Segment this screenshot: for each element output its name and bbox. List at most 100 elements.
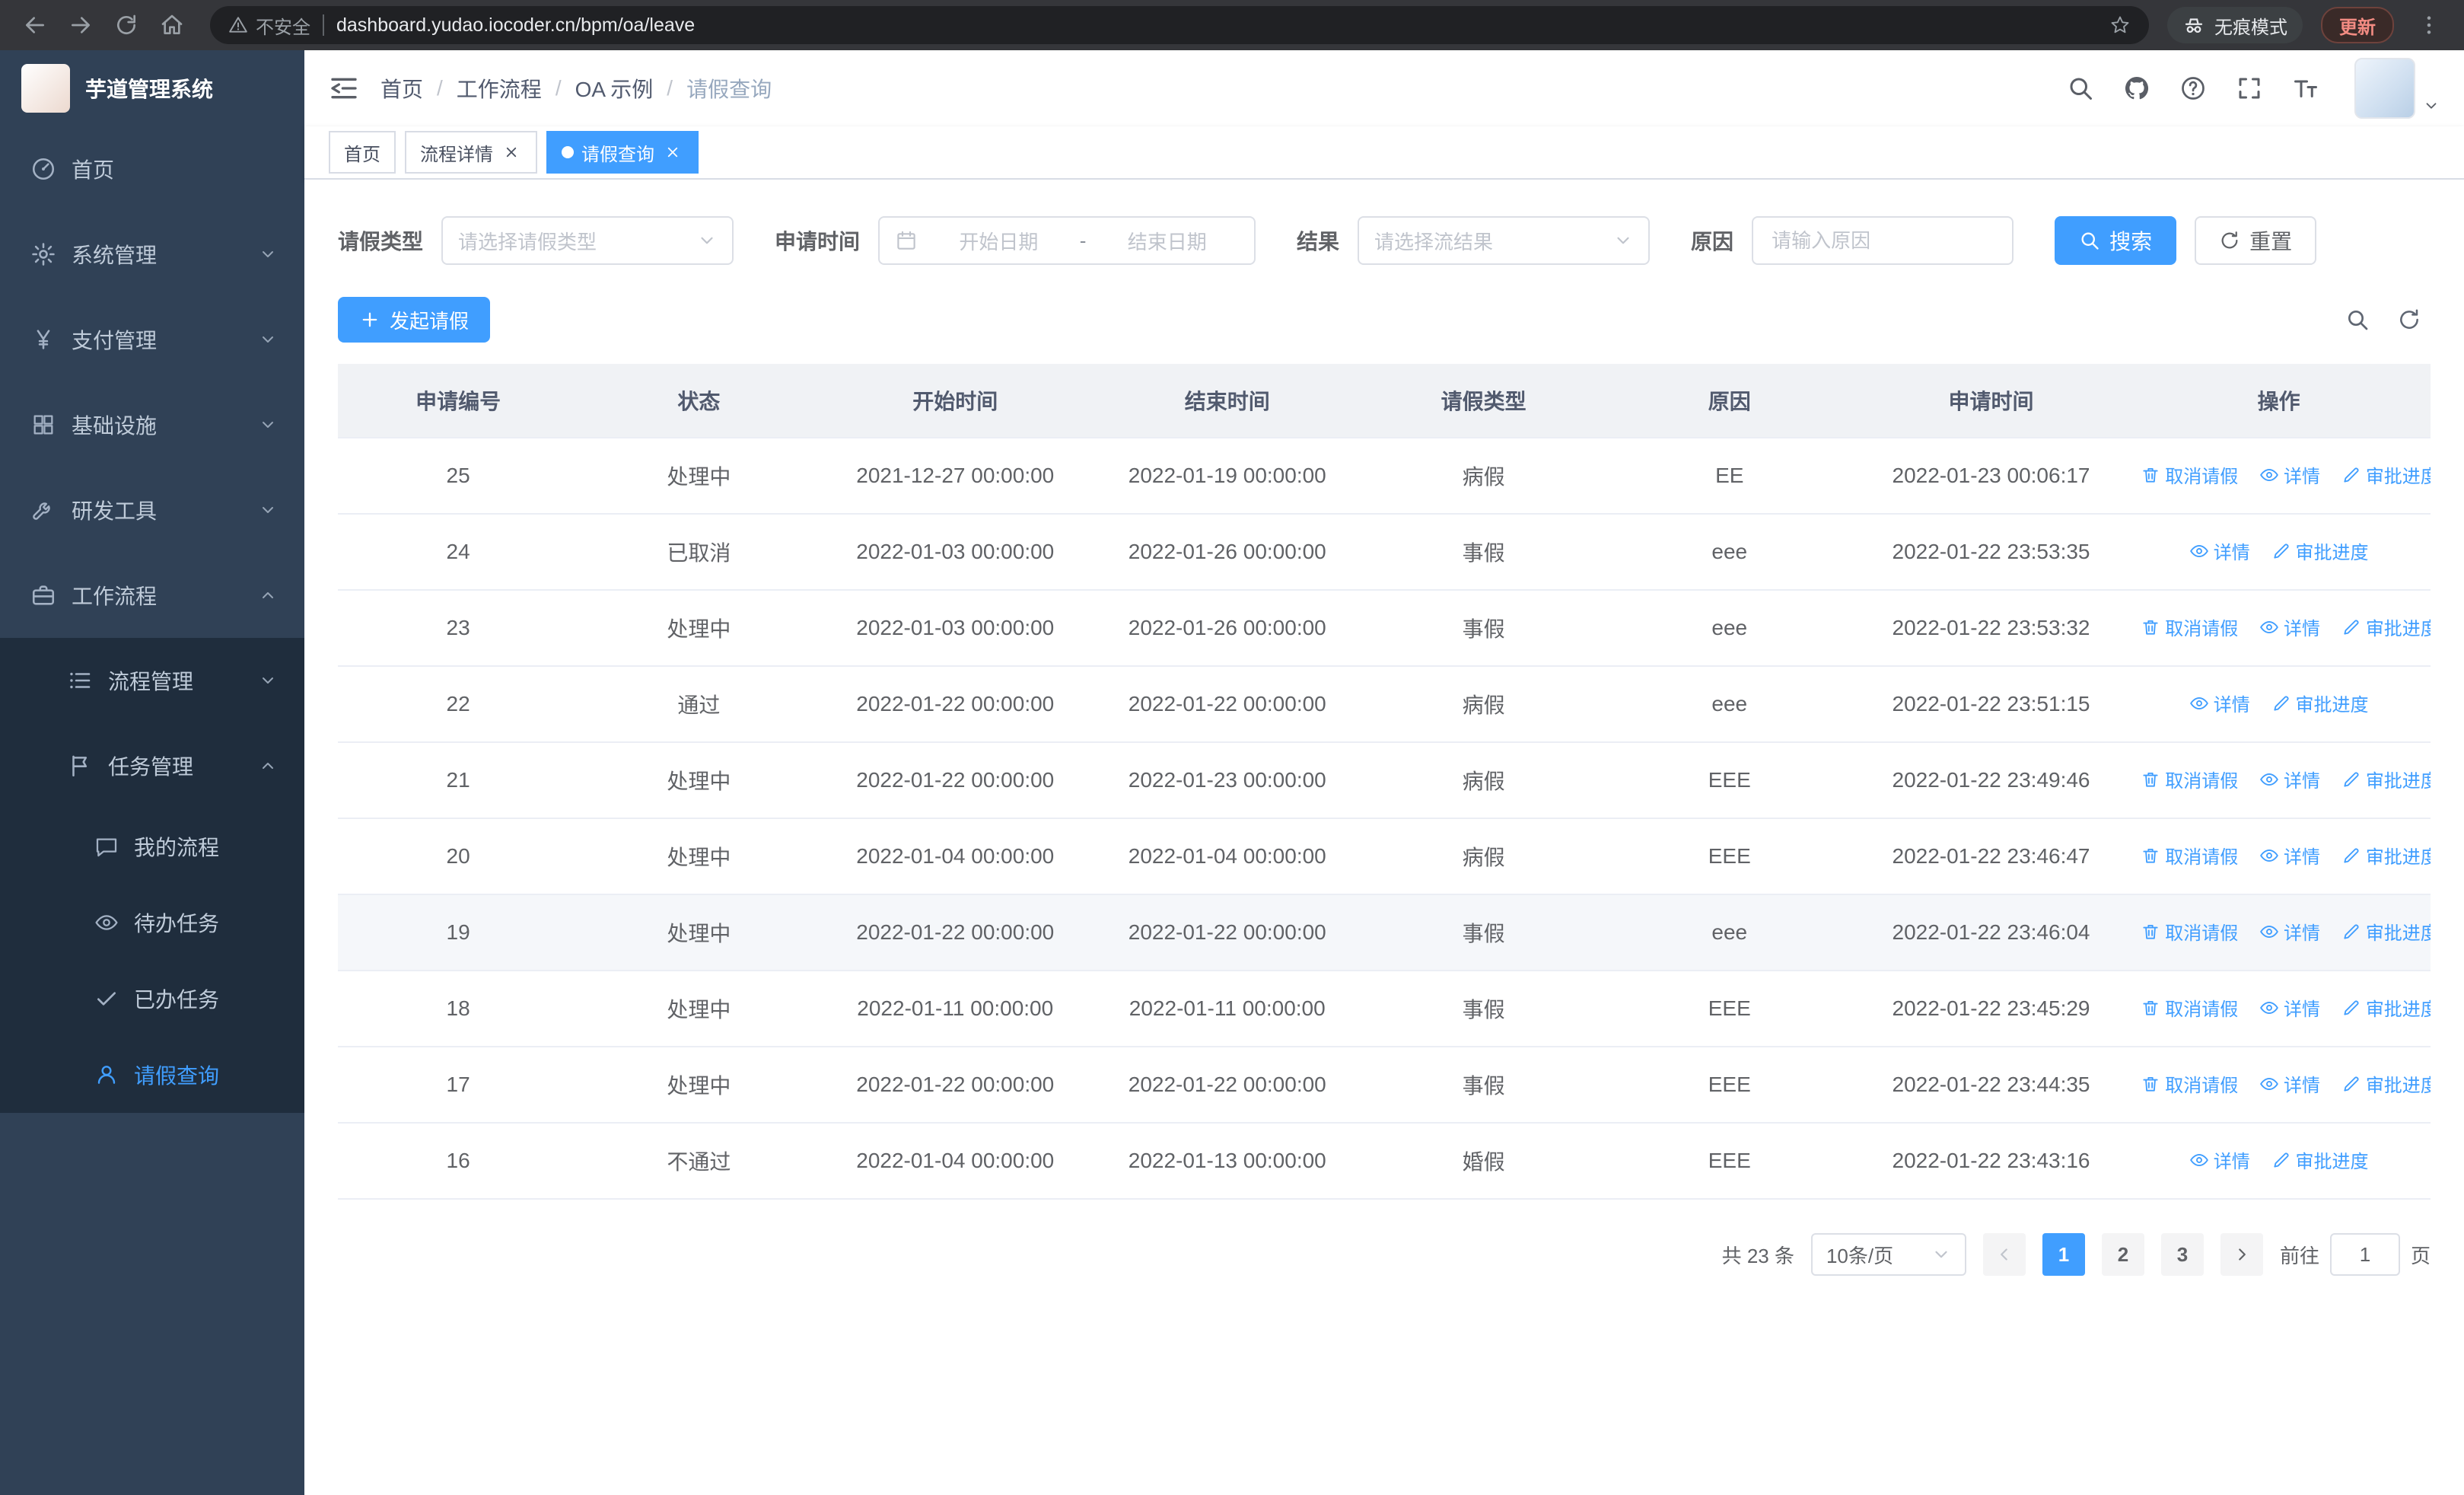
page-size-select[interactable]: 10条/页: [1810, 1233, 1966, 1276]
address-bar[interactable]: 不安全 dashboard.yudao.iocoder.cn/bpm/oa/le…: [210, 6, 2149, 44]
cancel-leave-link[interactable]: 取消请假: [2141, 994, 2238, 1021]
user-menu[interactable]: [2354, 58, 2440, 119]
page-button-1[interactable]: 1: [2042, 1233, 2085, 1276]
next-page-button[interactable]: [2220, 1233, 2263, 1276]
approval-progress-link[interactable]: 审批进度: [2341, 1070, 2431, 1097]
approval-progress-link[interactable]: 审批进度: [2271, 1146, 2369, 1173]
detail-link[interactable]: 详情: [2259, 1070, 2320, 1097]
search-button[interactable]: 搜索: [2055, 216, 2177, 265]
cancel-leave-link[interactable]: 取消请假: [2141, 766, 2238, 792]
cell-status: 处理中: [578, 818, 820, 895]
table-row[interactable]: 24 已取消 2022-01-03 00:00:00 2022-01-26 00…: [338, 514, 2431, 591]
search-filter-form: 请假类型 请选择请假类型 申请时间 开始日期 - 结束日期 结果 请选择流结果 …: [338, 216, 2431, 265]
browser-home-button[interactable]: [152, 5, 192, 45]
fullscreen-icon[interactable]: [2236, 75, 2263, 102]
table-row[interactable]: 19 处理中 2022-01-22 00:00:00 2022-01-22 00…: [338, 894, 2431, 971]
table-row[interactable]: 21 处理中 2022-01-22 00:00:00 2022-01-23 00…: [338, 742, 2431, 819]
detail-link[interactable]: 详情: [2259, 994, 2320, 1021]
detail-link[interactable]: 详情: [2189, 1146, 2250, 1173]
cell-actions: 详情 审批进度: [2127, 514, 2431, 591]
page-button-2[interactable]: 2: [2101, 1233, 2144, 1276]
result-select[interactable]: 请选择流结果: [1358, 216, 1651, 265]
sidebar-item-my-process[interactable]: 我的流程: [0, 808, 304, 885]
approval-progress-link[interactable]: 审批进度: [2341, 918, 2431, 945]
cancel-leave-link[interactable]: 取消请假: [2141, 461, 2238, 488]
breadcrumb-item[interactable]: 工作流程: [457, 73, 542, 104]
approval-progress-link[interactable]: 审批进度: [2271, 537, 2369, 564]
prev-page-button[interactable]: [1982, 1233, 2026, 1276]
browser-menu-button[interactable]: [2409, 5, 2449, 45]
browser-update-button[interactable]: 更新: [2321, 7, 2394, 43]
goto-page-input[interactable]: [2329, 1233, 2400, 1276]
table-row[interactable]: 17 处理中 2022-01-22 00:00:00 2022-01-22 00…: [338, 1047, 2431, 1124]
close-icon[interactable]: [501, 142, 522, 163]
breadcrumb-item[interactable]: 首页: [380, 73, 423, 104]
approval-progress-link[interactable]: 审批进度: [2341, 842, 2431, 869]
detail-link[interactable]: 详情: [2189, 690, 2250, 716]
cancel-leave-link[interactable]: 取消请假: [2141, 842, 2238, 869]
app-logo-row[interactable]: 芋道管理系统: [0, 50, 304, 126]
sidebar-item-payment-management[interactable]: 支付管理: [0, 297, 304, 382]
sidebar-item-workflow[interactable]: 工作流程: [0, 553, 304, 638]
sidebar-item-home[interactable]: 首页: [0, 126, 304, 212]
font-size-icon[interactable]: [2292, 75, 2319, 102]
refresh-table-icon[interactable]: [2397, 308, 2421, 332]
breadcrumb-item[interactable]: OA 示例: [575, 73, 654, 104]
end-date-placeholder: 结束日期: [1127, 230, 1207, 253]
cell-apply-no: 21: [338, 742, 579, 819]
table-row[interactable]: 22 通过 2022-01-22 00:00:00 2022-01-22 00:…: [338, 666, 2431, 743]
bookmark-star-button[interactable]: [2109, 14, 2131, 36]
reason-input[interactable]: [1768, 227, 1998, 254]
detail-link[interactable]: 详情: [2259, 766, 2320, 792]
sidebar-item-process-management[interactable]: 流程管理: [0, 638, 304, 723]
sidebar-item-task-management[interactable]: 任务管理: [0, 723, 304, 808]
browser-forward-button[interactable]: [61, 5, 100, 45]
detail-link[interactable]: 详情: [2259, 842, 2320, 869]
sidebar-toggle-button[interactable]: [329, 73, 359, 104]
table-row[interactable]: 18 处理中 2022-01-11 00:00:00 2022-01-11 00…: [338, 971, 2431, 1047]
cancel-leave-link[interactable]: 取消请假: [2141, 918, 2238, 945]
cell-reason: EEE: [1603, 971, 1855, 1047]
approval-progress-link[interactable]: 审批进度: [2341, 766, 2431, 792]
detail-link[interactable]: 详情: [2259, 918, 2320, 945]
tab-process-detail[interactable]: 流程详情: [405, 131, 537, 174]
leave-type-select[interactable]: 请选择请假类型: [441, 216, 734, 265]
trash-icon: [2141, 617, 2160, 637]
search-icon[interactable]: [2067, 75, 2094, 102]
cancel-leave-label: 取消请假: [2165, 619, 2239, 640]
sidebar-item-infrastructure[interactable]: 基础设施: [0, 382, 304, 467]
eye-icon: [2189, 693, 2209, 713]
eye-icon: [2259, 465, 2279, 485]
sidebar-item-todo-tasks[interactable]: 待办任务: [0, 885, 304, 961]
approval-progress-link[interactable]: 审批进度: [2341, 614, 2431, 640]
detail-link[interactable]: 详情: [2259, 614, 2320, 640]
browser-reload-button[interactable]: [107, 5, 146, 45]
detail-link[interactable]: 详情: [2259, 461, 2320, 488]
sidebar-item-dev-tools[interactable]: 研发工具: [0, 467, 304, 553]
create-leave-button[interactable]: 发起请假: [338, 297, 491, 343]
cancel-leave-link[interactable]: 取消请假: [2141, 1070, 2238, 1097]
page-button-3[interactable]: 3: [2160, 1233, 2204, 1276]
github-icon[interactable]: [2123, 75, 2150, 102]
sidebar-item-system-management[interactable]: 系统管理: [0, 212, 304, 297]
table-row[interactable]: 16 不通过 2022-01-04 00:00:00 2022-01-13 00…: [338, 1123, 2431, 1200]
table-row[interactable]: 25 处理中 2021-12-27 00:00:00 2022-01-19 00…: [338, 438, 2431, 515]
approval-progress-link[interactable]: 审批进度: [2341, 461, 2431, 488]
toggle-search-icon[interactable]: [2345, 308, 2370, 332]
sidebar-item-leave-query[interactable]: 请假查询: [0, 1037, 304, 1113]
apply-time-range-picker[interactable]: 开始日期 - 结束日期: [878, 216, 1256, 265]
table-row[interactable]: 23 处理中 2022-01-03 00:00:00 2022-01-26 00…: [338, 590, 2431, 667]
browser-back-button[interactable]: [15, 5, 55, 45]
detail-link[interactable]: 详情: [2189, 537, 2250, 564]
tab-home[interactable]: 首页: [329, 131, 396, 174]
reset-button[interactable]: 重置: [2195, 216, 2317, 265]
approval-progress-link[interactable]: 审批进度: [2341, 994, 2431, 1021]
close-icon[interactable]: [662, 142, 683, 163]
cancel-leave-link[interactable]: 取消请假: [2141, 614, 2238, 640]
table-row[interactable]: 20 处理中 2022-01-04 00:00:00 2022-01-04 00…: [338, 818, 2431, 895]
security-chip[interactable]: 不安全: [228, 12, 310, 39]
tab-leave-query[interactable]: 请假查询: [546, 131, 699, 174]
help-icon[interactable]: [2179, 75, 2207, 102]
sidebar-item-done-tasks[interactable]: 已办任务: [0, 961, 304, 1037]
approval-progress-link[interactable]: 审批进度: [2271, 690, 2369, 716]
